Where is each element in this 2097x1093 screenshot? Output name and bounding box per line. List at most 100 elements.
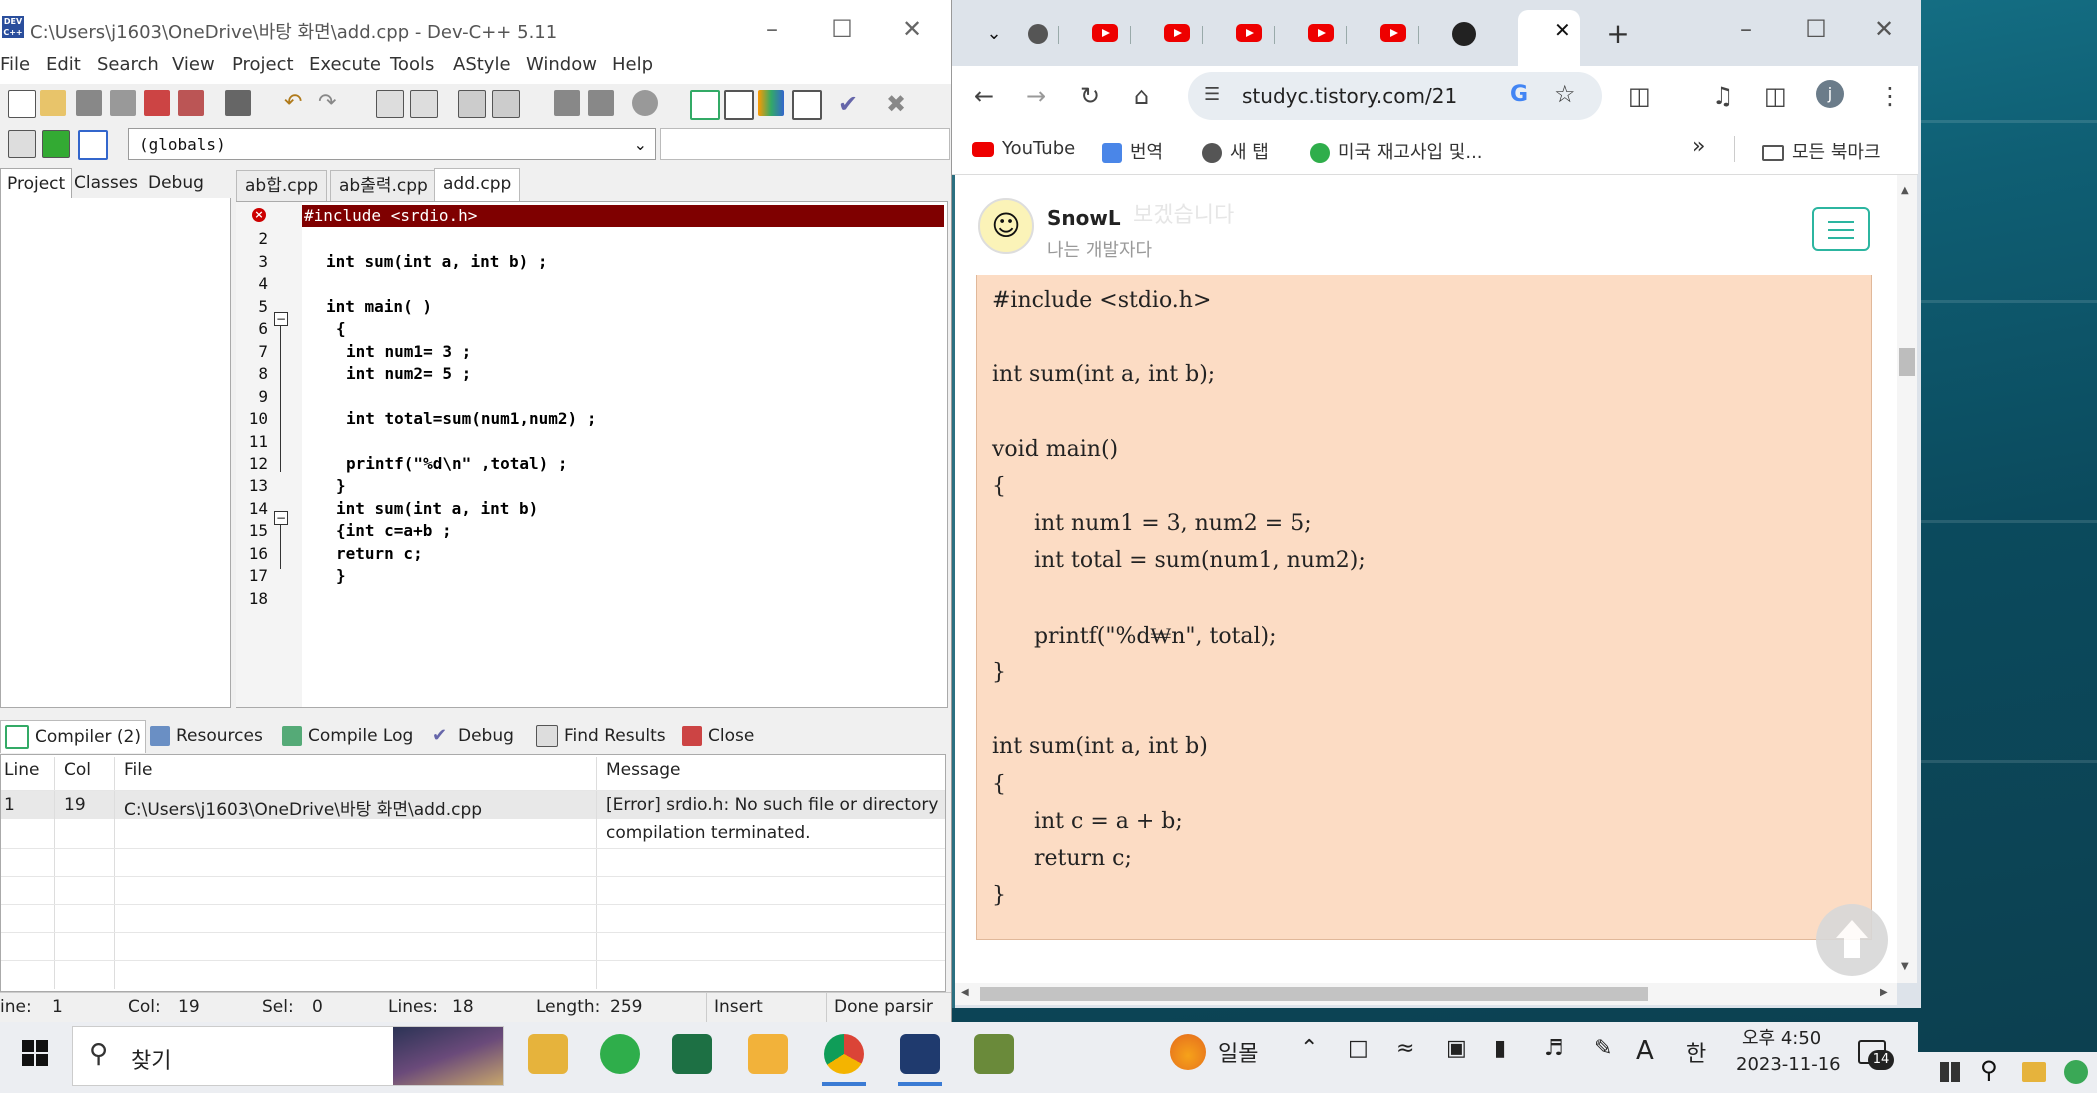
tile-icon[interactable] <box>792 90 822 120</box>
bookmark-youtube[interactable]: YouTube <box>972 138 1075 159</box>
excel-icon[interactable] <box>672 1034 712 1074</box>
menu-help[interactable]: Help <box>612 54 653 75</box>
fold-toggle-icon[interactable]: − <box>274 511 288 525</box>
tab-debug-output[interactable]: ✔ Debug <box>432 720 514 752</box>
tab-youtube-4[interactable] <box>1300 16 1340 52</box>
close-icon[interactable]: ✕ <box>892 14 932 44</box>
home-icon[interactable]: ⌂ <box>1134 82 1149 110</box>
bookmark-new-tab[interactable]: 새 탭 <box>1202 138 1269 164</box>
tab-project[interactable]: Project <box>0 168 73 199</box>
close-icon[interactable]: ✕ <box>1864 14 1904 44</box>
fullscreen-icon[interactable] <box>724 90 754 120</box>
clock-time[interactable]: 오후 4:50 <box>1742 1024 1821 1050</box>
function-select[interactable] <box>660 128 950 160</box>
goto-line-icon[interactable] <box>458 90 486 118</box>
class-browser-icon[interactable] <box>8 130 36 158</box>
column-header-col[interactable]: Col <box>64 760 91 780</box>
vertical-scroll-thumb[interactable] <box>1899 348 1915 376</box>
bookmark-import[interactable]: 미국 재고사입 및... <box>1310 138 1483 164</box>
scroll-top-button[interactable] <box>1816 904 1888 976</box>
vertical-scrollbar[interactable]: ▲ ▼ <box>1897 175 1917 983</box>
tab-youtube-3[interactable] <box>1228 16 1268 52</box>
site-info-icon[interactable]: ☰ <box>1204 84 1220 105</box>
column-header-file[interactable]: File <box>124 760 152 780</box>
menu-view[interactable]: View <box>172 54 215 75</box>
bookmark-star-icon[interactable]: ☆ <box>1554 80 1576 108</box>
tab-compile-log[interactable]: Compile Log <box>282 720 413 752</box>
menu-edit[interactable]: Edit <box>46 54 81 75</box>
tab-compiler[interactable]: Compiler (2) <box>0 720 147 753</box>
check-icon[interactable]: ✔ <box>838 90 864 118</box>
toggle-comment-icon[interactable] <box>632 90 658 116</box>
tab-github[interactable] <box>1444 16 1484 52</box>
new-file-icon[interactable] <box>8 90 36 118</box>
tab-find-results[interactable]: Find Results <box>536 720 666 752</box>
tab-resources[interactable]: Resources <box>150 720 263 752</box>
minimize-icon[interactable]: – <box>752 14 792 44</box>
scroll-down-icon[interactable]: ▼ <box>1901 961 1909 972</box>
extensions-icon[interactable]: ◫ <box>1628 82 1651 110</box>
project-manager-icon[interactable] <box>690 90 720 120</box>
app-icon[interactable] <box>2064 1060 2088 1084</box>
volume-icon[interactable]: ♬ <box>1544 1036 1564 1061</box>
fold-toggle-icon[interactable]: − <box>274 312 288 326</box>
redo-icon[interactable]: ↷ <box>318 90 344 116</box>
scope-select[interactable]: (globals) ⌄ <box>128 128 656 160</box>
undo-icon[interactable]: ↶ <box>284 90 310 116</box>
cancel-icon[interactable]: ✖ <box>886 90 912 118</box>
all-bookmarks-folder[interactable]: 모든 북마크 <box>1762 138 1881 164</box>
column-header-line[interactable]: Line <box>4 760 39 780</box>
color-icon[interactable] <box>758 90 784 116</box>
windows-start-icon[interactable] <box>22 1040 48 1066</box>
horizontal-scroll-thumb[interactable] <box>980 987 1648 1001</box>
column-header-message[interactable]: Message <box>606 760 681 780</box>
close-tab-icon[interactable]: ✕ <box>1554 18 1571 42</box>
more-menu-icon[interactable]: ⋮ <box>1878 82 1902 110</box>
find-icon[interactable] <box>376 90 404 118</box>
tool-app-icon[interactable] <box>974 1034 1014 1074</box>
side-panel-icon[interactable]: ◫ <box>1764 82 1787 110</box>
bookmark-icon[interactable] <box>78 130 108 160</box>
folder-icon[interactable] <box>2022 1062 2046 1082</box>
tab-youtube-5[interactable] <box>1372 16 1412 52</box>
scroll-up-icon[interactable]: ▲ <box>1901 185 1909 196</box>
search-icon[interactable]: ⚲ <box>1980 1056 1998 1084</box>
maximize-icon[interactable]: ☐ <box>1796 14 1836 44</box>
close-all-icon[interactable] <box>178 90 204 116</box>
scroll-right-icon[interactable]: ▶ <box>1880 987 1888 998</box>
devcpp-taskbar-icon[interactable] <box>900 1034 940 1074</box>
battery-icon[interactable]: ▮ <box>1494 1036 1506 1061</box>
bookmark-translate[interactable]: 번역 <box>1102 138 1163 164</box>
tab-globe[interactable] <box>1018 16 1058 52</box>
save-all-icon[interactable] <box>110 90 136 116</box>
hamburger-menu-button[interactable] <box>1812 207 1870 251</box>
forward-icon[interactable]: → <box>1026 82 1046 110</box>
devcpp-titlebar[interactable]: DEV C++ C:\Users\j1603\OneDrive\바탕 화면\ad… <box>0 0 951 60</box>
save-icon[interactable] <box>76 90 102 116</box>
media-icon[interactable]: ♫ <box>1712 82 1734 110</box>
wifi-icon[interactable]: ≈ <box>1396 1036 1414 1061</box>
notes-app-icon[interactable] <box>748 1034 788 1074</box>
tab-debug[interactable]: Debug <box>142 168 210 198</box>
clock-date[interactable]: 2023-11-16 <box>1736 1054 1841 1075</box>
print-icon[interactable] <box>225 90 251 116</box>
menu-tools[interactable]: Tools <box>390 54 434 75</box>
address-bar[interactable]: ☰ studyc.tistory.com/21 G ☆ <box>1188 72 1602 120</box>
tab-youtube-2[interactable] <box>1156 16 1196 52</box>
goto-function-icon[interactable] <box>492 90 520 118</box>
menu-execute[interactable]: Execute <box>309 54 381 75</box>
google-lens-icon[interactable]: G <box>1510 82 1528 107</box>
tab-youtube-1[interactable] <box>1084 16 1124 52</box>
close-file-icon[interactable] <box>144 90 170 116</box>
unindent-icon[interactable] <box>588 90 614 116</box>
battery-saver-icon[interactable]: ▣ <box>1446 1036 1467 1061</box>
maximize-icon[interactable]: ☐ <box>822 14 862 44</box>
replace-icon[interactable] <box>410 90 438 118</box>
scroll-left-icon[interactable]: ◀ <box>961 987 969 998</box>
menu-window[interactable]: Window <box>526 54 597 75</box>
ime-language-a[interactable]: A <box>1636 1036 1654 1066</box>
tab-ab-hap[interactable]: ab합.cpp <box>236 170 328 201</box>
tab-search-icon[interactable]: ⌄ <box>974 16 1014 52</box>
tab-close[interactable]: Close <box>682 720 754 752</box>
chrome-icon[interactable] <box>824 1034 864 1074</box>
